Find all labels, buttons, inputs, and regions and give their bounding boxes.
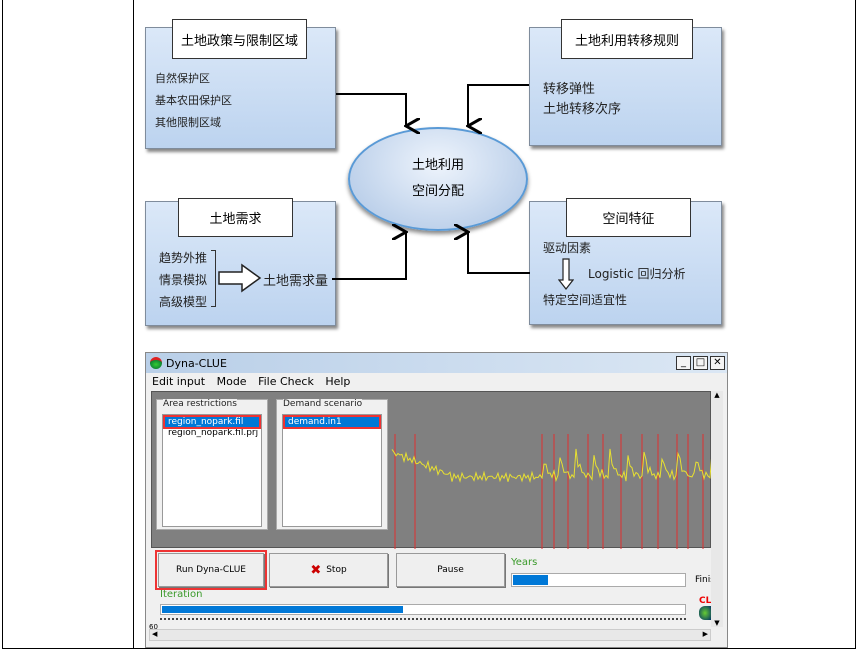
- list-item-selected[interactable]: demand.in1: [283, 415, 381, 429]
- scroll-up-button[interactable]: ▲: [711, 391, 723, 399]
- run-label: Run Dyna-CLUE: [176, 565, 246, 575]
- run-dyna-clue-button[interactable]: Run Dyna-CLUE: [155, 550, 267, 590]
- arrow-spatial: [468, 232, 530, 274]
- dotted-ruler: [160, 618, 686, 620]
- vertical-scrollbar[interactable]: ▲ ▼: [711, 391, 723, 627]
- list-item-selected[interactable]: region_nopark.fil: [163, 415, 261, 429]
- table-border-bottom: [2, 648, 856, 649]
- area-restrictions-label: Area restrictions: [163, 399, 237, 409]
- list-item[interactable]: region_nopark.fil.prj: [163, 427, 261, 439]
- years-progress-bar: [511, 573, 686, 587]
- iteration-progress-fill: [162, 606, 404, 613]
- area-restrictions-panel: Area restrictions region_nopark.fil regi…: [156, 399, 268, 530]
- scroll-down-button[interactable]: ▼: [711, 619, 723, 627]
- scroll-right-button[interactable]: ▶: [703, 630, 708, 638]
- pause-button[interactable]: Pause: [396, 553, 505, 587]
- scroll-left-button[interactable]: ◀: [152, 630, 157, 638]
- years-progress-fill: [513, 575, 548, 585]
- arrow-policy: [336, 93, 406, 126]
- app-icon: [150, 357, 162, 369]
- clue-logo: CL: [699, 596, 711, 606]
- menu-help[interactable]: Help: [325, 375, 350, 388]
- stop-x-icon: ✖: [310, 562, 322, 578]
- arrow-demand: [332, 232, 406, 280]
- title-bar: Dyna-CLUE _ □ ✕: [146, 353, 727, 373]
- finish-label: Finis: [695, 575, 711, 585]
- pause-label: Pause: [437, 565, 464, 575]
- arrow-rules: [468, 84, 529, 126]
- maximize-button[interactable]: □: [693, 356, 708, 370]
- connector-arrows: [332, 84, 530, 280]
- menu-edit-input[interactable]: Edit input: [152, 375, 205, 388]
- convergence-line: [391, 448, 712, 484]
- demand-scenario-label: Demand scenario: [283, 399, 363, 409]
- menu-file-check[interactable]: File Check: [258, 375, 314, 388]
- demand-scenario-list[interactable]: demand.in1: [282, 414, 382, 527]
- menu-bar: Edit input Mode File Check Help: [152, 375, 358, 388]
- area-restrictions-list[interactable]: region_nopark.fil region_nopark.fil.prj: [162, 414, 262, 527]
- horizontal-scrollbar[interactable]: ◀ ▶: [149, 629, 711, 641]
- stop-button[interactable]: ✖ Stop: [269, 553, 388, 587]
- window-title: Dyna-CLUE: [166, 357, 227, 370]
- iteration-progress-bar: [160, 604, 686, 615]
- minimize-button[interactable]: _: [676, 356, 691, 370]
- close-button[interactable]: ✕: [710, 356, 725, 370]
- dyna-clue-window: Dyna-CLUE _ □ ✕ Edit input Mode File Che…: [145, 352, 728, 648]
- years-label: Years: [511, 557, 538, 568]
- stop-label: Stop: [326, 565, 347, 575]
- demand-scenario-panel: Demand scenario demand.in1: [276, 399, 388, 530]
- globe-icon: [699, 606, 711, 620]
- iteration-label: Iteration: [160, 589, 203, 600]
- menu-mode[interactable]: Mode: [217, 375, 247, 388]
